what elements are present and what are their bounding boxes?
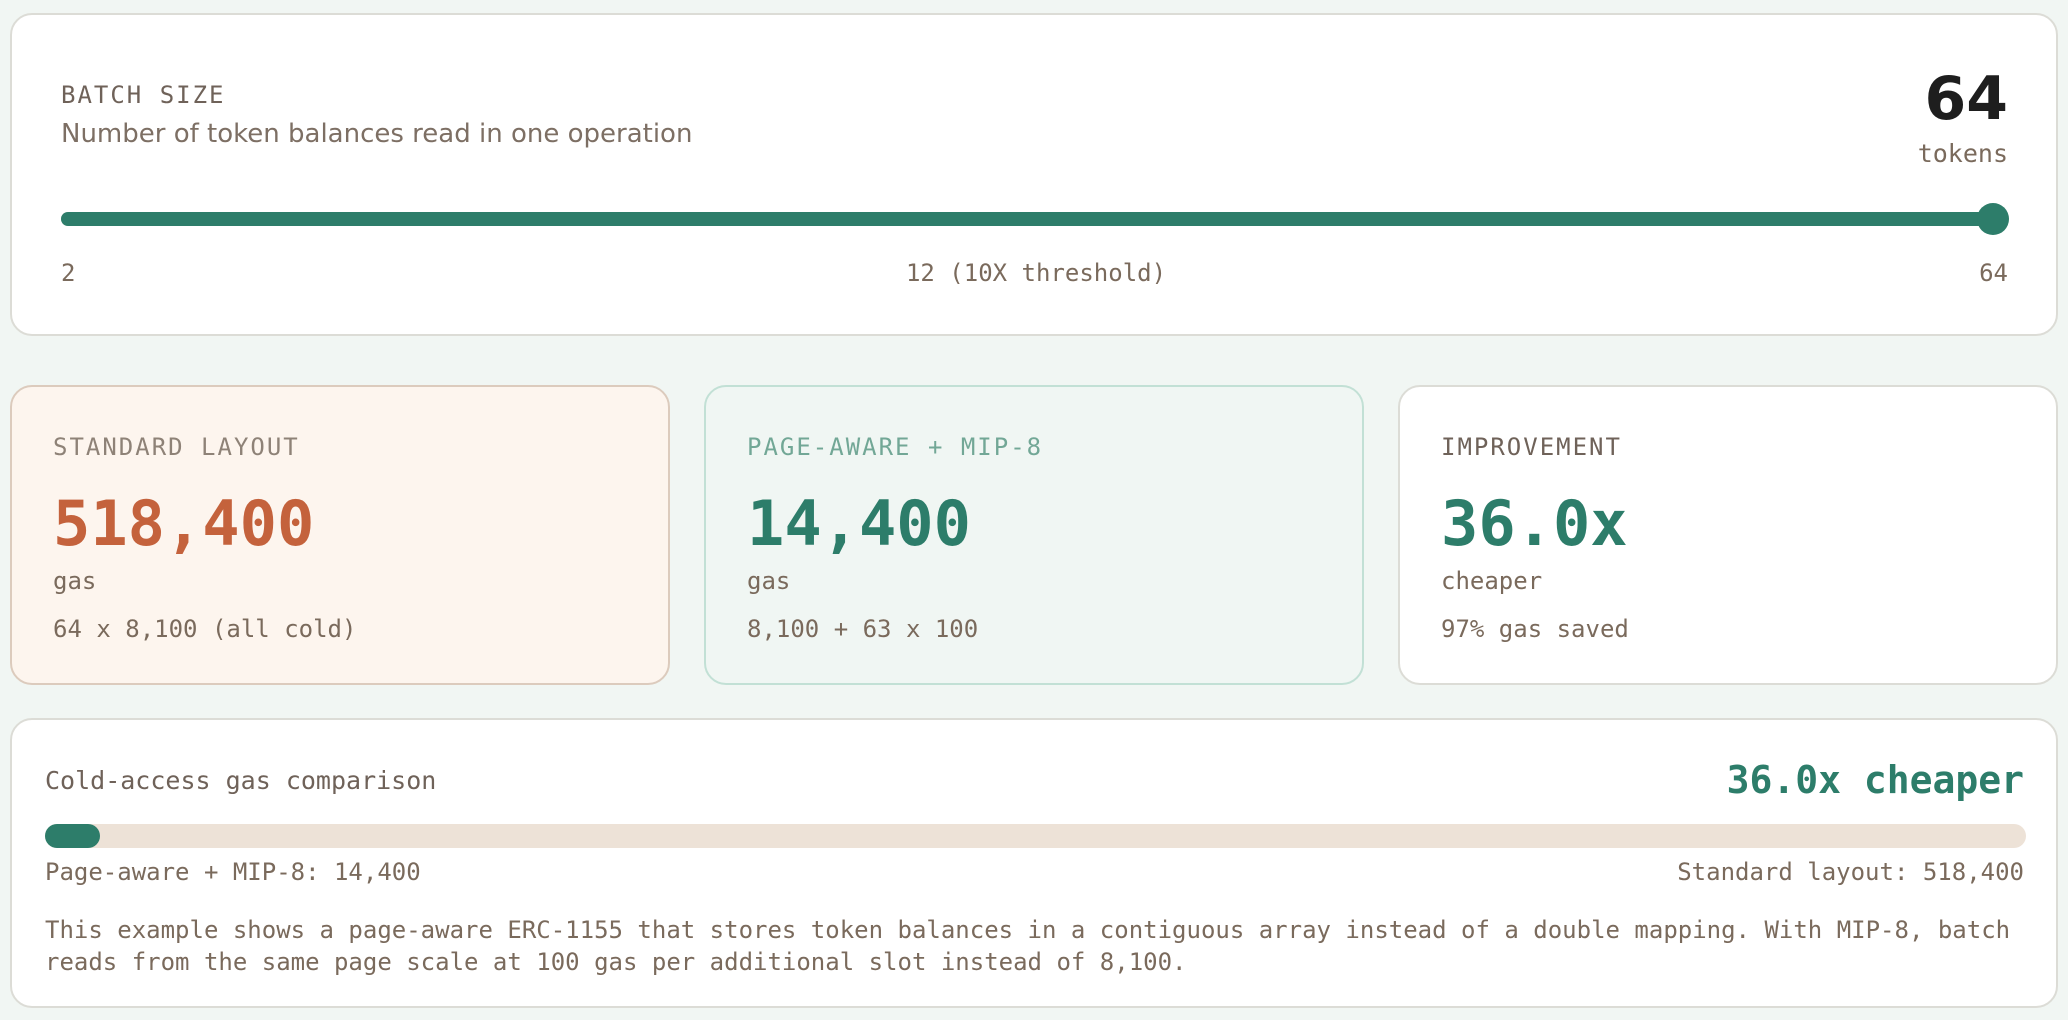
comparison-page-aware-label: Page-aware + MIP-8: 14,400 [45,858,421,886]
improvement-value: 36.0x [1441,487,1628,560]
improvement-unit: cheaper [1441,567,1543,595]
standard-layout-formula: 64 x 8,100 (all cold) [53,615,357,643]
batch-size-label: BATCH SIZE [61,81,226,109]
batch-size-description: Number of token balances read in one ope… [61,119,693,149]
comparison-standard-label: Standard layout: 518,400 [1677,858,2024,886]
slider-threshold-label: 12 (10X threshold) [905,259,1167,287]
comparison-explanation: This example shows a page-aware ERC-1155… [45,916,2011,976]
standard-layout-unit: gas [53,567,97,595]
slider-fill [61,212,1993,226]
improvement-savings: 97% gas saved [1441,615,1629,643]
standard-layout-card: STANDARD LAYOUT 518,400 gas 64 x 8,100 (… [10,385,670,685]
batch-size-unit: tokens [1917,139,2008,168]
batch-size-value: 64 [1924,64,2009,134]
comparison-bar-track [45,824,2026,848]
improvement-card: IMPROVEMENT 36.0x cheaper 97% gas saved [1398,385,2058,685]
slider-thumb[interactable] [1977,203,2009,235]
standard-layout-label: STANDARD LAYOUT [53,433,300,461]
page-aware-gas-value: 14,400 [747,487,971,560]
slider-max-label: 64 [1979,259,2008,287]
page-aware-formula: 8,100 + 63 x 100 [747,615,979,643]
comparison-bar-fill [45,824,100,848]
batch-size-card: BATCH SIZE Number of token balances read… [10,13,2058,336]
batch-size-slider[interactable] [61,203,2009,235]
comparison-badge: 36.0x cheaper [1726,758,2024,802]
page-aware-card: PAGE-AWARE + MIP-8 14,400 gas 8,100 + 63… [704,385,1364,685]
gas-comparison-card: Cold-access gas comparison 36.0x cheaper… [10,718,2058,1008]
page-aware-unit: gas [747,567,791,595]
improvement-label: IMPROVEMENT [1441,433,1622,461]
comparison-title: Cold-access gas comparison [45,766,437,795]
standard-layout-gas-value: 518,400 [53,487,315,560]
page-aware-label: PAGE-AWARE + MIP-8 [747,433,1044,461]
